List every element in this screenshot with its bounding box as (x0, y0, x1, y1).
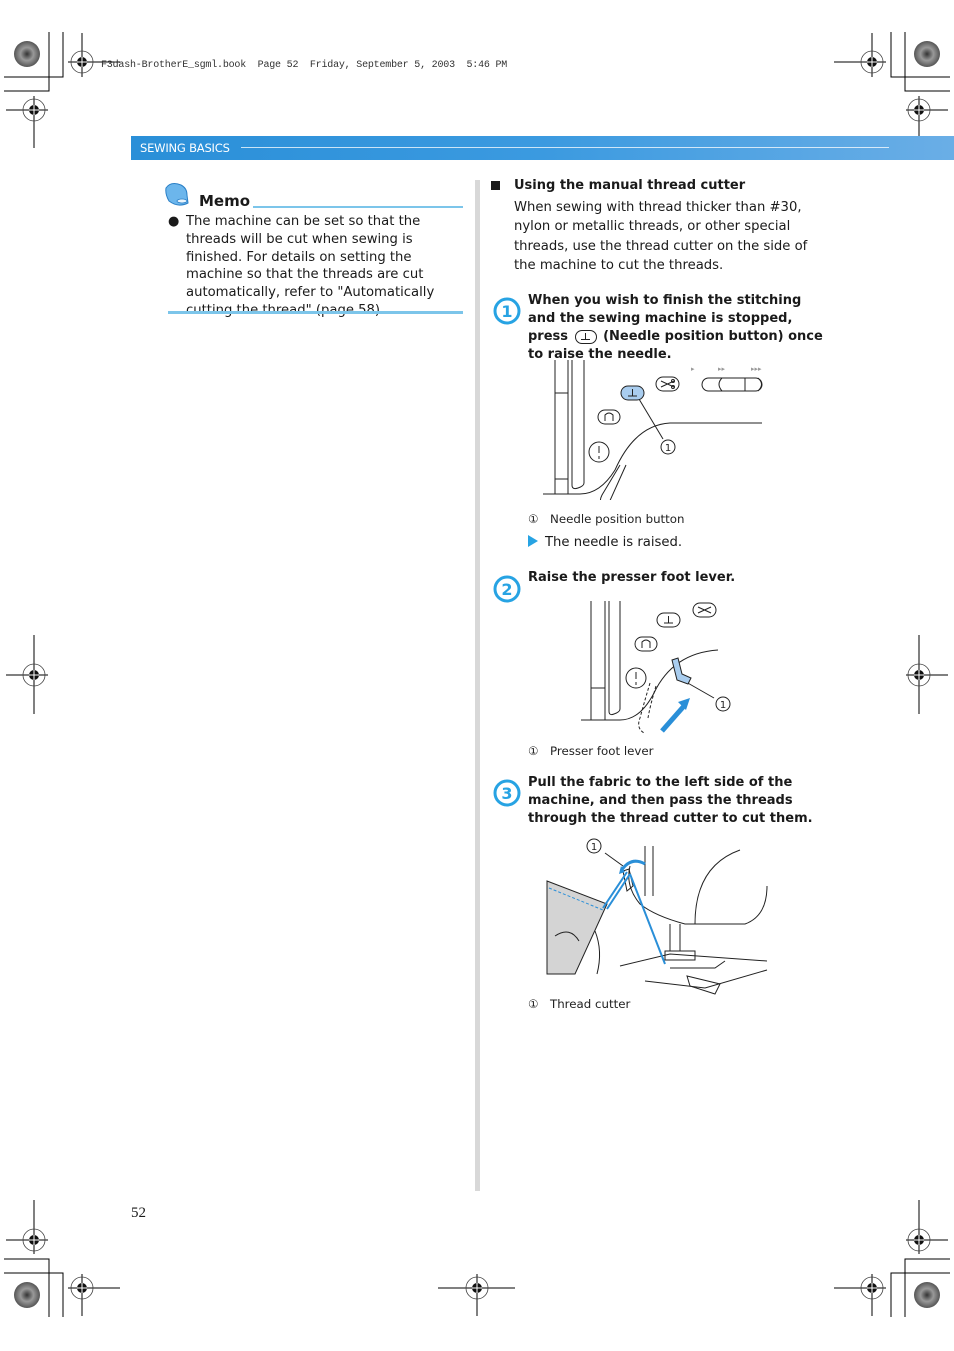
caption-text: Presser foot lever (550, 744, 654, 758)
svg-text:1: 1 (720, 700, 726, 711)
banner-rule (241, 147, 889, 148)
svg-text:1: 1 (501, 302, 512, 321)
step-1-result: The needle is raised. (528, 535, 682, 550)
print-date: Friday, September 5, 2003 (309, 60, 455, 71)
page-number: 52 (131, 1205, 146, 1221)
memo-title: Memo (199, 192, 251, 210)
caption-number: ① (528, 744, 539, 758)
memo-bell-icon (165, 183, 189, 206)
caption-number: ① (528, 997, 539, 1011)
needle-position-icon (574, 329, 597, 344)
print-meta: F3dash-BrotherE_sgml.book Page 52 Friday… (101, 60, 507, 71)
section-label: SEWING BASICS (140, 141, 230, 155)
section-body: When sewing with thread thicker than #30… (514, 200, 808, 273)
step-2-text: Raise the presser foot lever. (528, 570, 736, 585)
step-3-number-icon: 3 (493, 779, 521, 807)
figure-thread-cutter: 1 (546, 838, 768, 995)
print-page: Page 52 (257, 60, 299, 71)
figure-needle-position: 1 ▸ ▸▸ ▸▸▸ (543, 360, 763, 500)
fabric-shape (546, 880, 608, 975)
caption-needle-position: ① Needle position button (528, 512, 685, 526)
figure-presser-foot-lever: 1 (581, 601, 731, 734)
step-1-number-icon: 1 (493, 297, 521, 325)
memo-text: The machine can be set so that the threa… (186, 214, 435, 318)
result-text: The needle is raised. (545, 535, 683, 550)
section-banner: SEWING BASICS (131, 136, 954, 160)
step-3-text: Pull the fabric to the left side of the … (528, 775, 813, 826)
presser-foot-lever-highlight (671, 657, 692, 685)
caption-text: Thread cutter (550, 997, 631, 1011)
print-file: F3dash-BrotherE_sgml.book (101, 60, 247, 71)
caption-text: Needle position button (550, 512, 685, 526)
svg-text:2: 2 (501, 580, 512, 599)
result-arrow-icon (528, 535, 538, 547)
step-2-number-icon: 2 (493, 575, 521, 603)
print-time: 5:46 PM (466, 60, 508, 71)
step-1-text: When you wish to finish the stitching an… (528, 292, 823, 364)
column-divider (475, 180, 480, 1191)
memo-bullet-icon: ● (168, 214, 180, 229)
caption-number: ① (528, 512, 539, 526)
svg-text:▸▸: ▸▸ (718, 365, 726, 373)
section-title: Using the manual thread cutter (514, 178, 746, 193)
svg-text:▸▸▸: ▸▸▸ (751, 365, 762, 373)
color-dial-icon (14, 41, 40, 67)
section-square-icon (491, 181, 500, 190)
svg-text:1: 1 (591, 842, 597, 853)
memo-rule-bottom (168, 311, 463, 314)
svg-text:1: 1 (665, 443, 671, 454)
caption-thread-cutter: ① Thread cutter (528, 997, 630, 1011)
svg-text:3: 3 (501, 784, 512, 803)
caption-presser-foot-lever: ① Presser foot lever (528, 744, 654, 758)
svg-text:▸: ▸ (691, 365, 695, 373)
memo-rule (253, 206, 463, 208)
